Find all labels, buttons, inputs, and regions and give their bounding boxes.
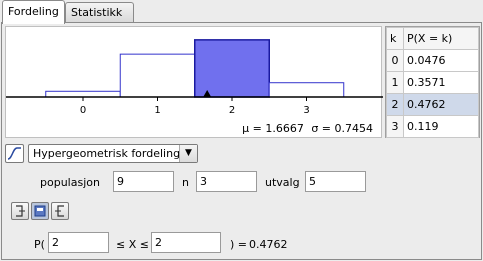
cell-k: 0 [386,49,404,72]
curve-icon [7,147,21,160]
probability-table: k P(X = k) 0 0.0476 1 0.3571 2 0.4762 3 … [385,26,480,138]
upper-bound-field[interactable]: 2 [151,232,221,253]
table-row[interactable]: 1 0.3571 [386,71,479,94]
table-row-selected[interactable]: 2 0.4762 [386,93,479,116]
header-k: k [386,27,404,50]
sigma-label: σ = 0.7454 [311,122,373,135]
lower-bound-field[interactable]: 2 [48,232,109,253]
tab-statistikk[interactable]: Statistikk [65,2,134,23]
populasjon-field[interactable]: 9 [113,171,174,192]
cell-k: 1 [386,71,404,94]
probability-prefix: P( [34,238,45,251]
x-tick-label-1: 1 [154,105,160,116]
header-p: P(X = k) [403,27,479,50]
cell-k: 2 [386,93,404,116]
cell-k: 3 [386,115,404,138]
distribution-select[interactable]: Hypergeometrisk fordeling ▼ [28,144,198,163]
tab-fordeling[interactable]: Fordeling [2,0,65,24]
x-tick-label-2: 2 [229,105,235,116]
table-row[interactable]: 3 0.119 [386,115,479,138]
stats-readout: μ = 1.6667 σ = 0.7454 [238,122,373,135]
chevron-down-icon[interactable]: ▼ [179,145,197,162]
distribution-panel: 0123 μ = 1.6667 σ = 0.7454 k P(X = k) 0 … [1,22,482,260]
n-label: n [182,176,189,189]
cell-p: 0.119 [403,115,479,138]
cell-p: 0.3571 [403,71,479,94]
bar-1 [119,53,196,98]
cell-p: 0.4762 [403,93,479,116]
distribution-select-value: Hypergeometrisk fordeling [33,147,181,160]
table-row[interactable]: 0 0.0476 [386,49,479,72]
bar-0 [45,90,121,98]
probability-suffix: ) = [230,238,248,251]
right-bound-button[interactable] [51,202,69,220]
table-header: k P(X = k) [386,27,479,50]
x-tick-label-3: 3 [303,105,309,116]
cell-p: 0.0476 [403,49,479,72]
x-tick-label-0: 0 [80,105,86,116]
mean-label: μ = 1.6667 [242,122,304,135]
probability-result: 0.4762 [249,238,288,251]
n-field[interactable]: 3 [196,171,257,192]
interval-icon [34,205,46,217]
inequality-label: ≤ X ≤ [116,238,149,251]
left-bound-button[interactable] [11,202,29,220]
interval-button[interactable] [31,202,49,220]
bar-3 [268,82,345,98]
bar-2 [194,39,270,98]
populasjon-label: populasjon [40,176,100,189]
distribution-chart: 0 1 2 3 μ = 1.6667 σ = 0.7454 [5,26,383,138]
utvalg-field[interactable]: 5 [305,171,366,192]
right-bound-icon [55,205,64,217]
utvalg-label: utvalg [265,176,300,189]
left-bound-icon [16,205,25,217]
tab-bar: Fordeling Statistikk [0,0,483,24]
curve-toggle-button[interactable] [5,144,24,163]
